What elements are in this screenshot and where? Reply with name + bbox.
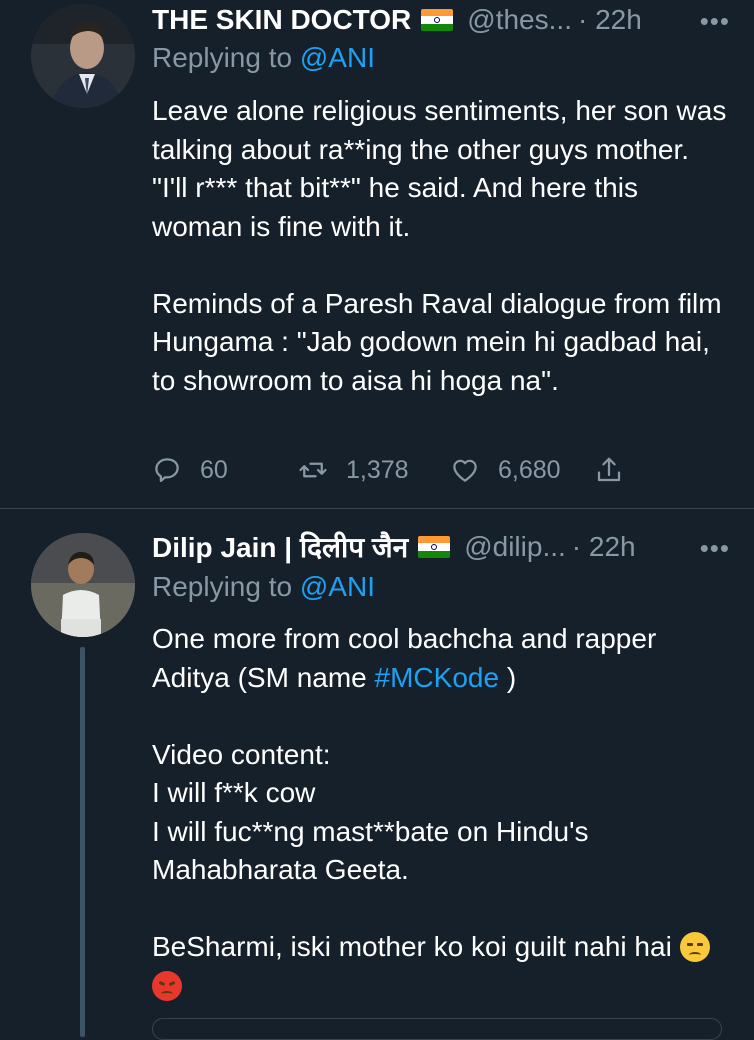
more-options-icon[interactable]: •••	[700, 533, 730, 564]
retweet-icon	[299, 462, 327, 478]
user-handle[interactable]: @thes...	[467, 4, 572, 36]
like-count: 6,680	[498, 455, 561, 484]
tweet-text: One more from cool bachcha and rapper Ad…	[152, 620, 732, 1005]
hashtag-link[interactable]: #MCKode	[375, 662, 500, 693]
avatar[interactable]	[31, 4, 135, 108]
india-flag-icon	[418, 536, 451, 558]
avatar[interactable]	[31, 533, 135, 637]
reply-count: 60	[200, 455, 228, 484]
tweet-2[interactable]: Dilip Jain | दिलीप जैन @dilip... · 22h •…	[0, 509, 754, 1040]
user-handle[interactable]: @dilip...	[464, 531, 566, 563]
avatar-photo	[31, 4, 135, 108]
mention-link[interactable]: @ANI	[300, 571, 375, 602]
avatar-photo	[31, 533, 135, 637]
unamused-face-emoji	[679, 932, 710, 962]
retweet-button[interactable]: 1,378	[298, 450, 409, 490]
share-button[interactable]	[594, 450, 624, 490]
tweet-text-part2: ) Video content: I will f**k cow I will …	[152, 661, 672, 963]
timestamp[interactable]: · 22h	[572, 531, 636, 563]
angry-face-emoji	[152, 970, 182, 1001]
heart-icon	[453, 459, 477, 482]
share-icon	[597, 457, 621, 482]
like-button[interactable]: 6,680	[450, 450, 561, 490]
tweet-1[interactable]: THE SKIN DOCTOR @thes... · 22h ••• Reply…	[0, 0, 754, 508]
timestamp[interactable]: · 22h	[578, 4, 642, 36]
media-preview[interactable]	[152, 1018, 722, 1040]
replying-prefix: Replying to	[152, 42, 300, 73]
display-name[interactable]: THE SKIN DOCTOR	[152, 4, 411, 36]
more-options-icon[interactable]: •••	[700, 6, 730, 37]
display-name[interactable]: Dilip Jain | दिलीप जैन	[152, 528, 408, 566]
replying-to: Replying to @ANI	[152, 42, 375, 74]
tweet-header: THE SKIN DOCTOR @thes... · 22h •••	[152, 0, 730, 40]
replying-prefix: Replying to	[152, 571, 300, 602]
reply-button[interactable]: 60	[152, 450, 228, 490]
retweet-count: 1,378	[346, 455, 409, 484]
tweet-header: Dilip Jain | दिलीप जैन @dilip... · 22h •…	[152, 527, 730, 567]
tweet-text: Leave alone religious sentiments, her so…	[152, 95, 727, 396]
thread-line	[80, 647, 85, 1037]
mention-link[interactable]: @ANI	[300, 42, 375, 73]
india-flag-icon	[421, 9, 454, 31]
replying-to: Replying to @ANI	[152, 571, 375, 603]
reply-icon	[155, 458, 179, 482]
tweet-actions: 60 1,378 6,680	[152, 450, 652, 490]
